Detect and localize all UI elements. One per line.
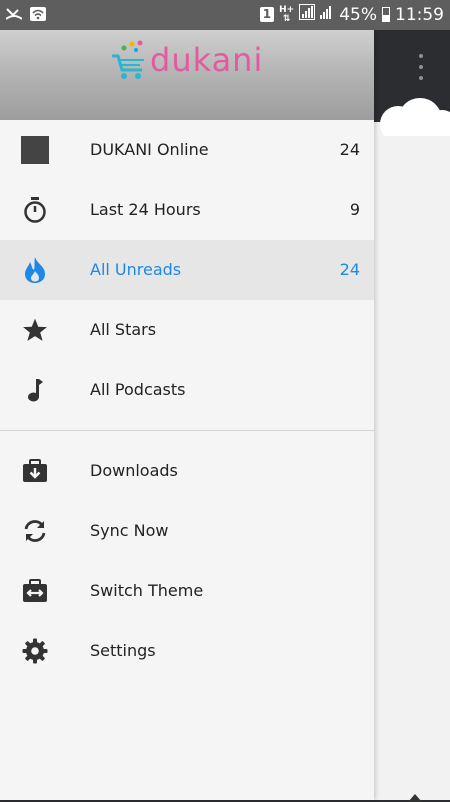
menu-downloads[interactable]: Downloads (0, 441, 374, 501)
logo-text: dukani (150, 41, 264, 79)
dukani-logo: dukani (110, 38, 263, 82)
feed-label: All Stars (90, 320, 157, 339)
feed-label: DUKANI Online (90, 140, 209, 159)
menu-label: Downloads (90, 461, 178, 480)
feed-square-icon (20, 135, 50, 165)
menu-label: Settings (90, 641, 156, 660)
feed-all-stars[interactable]: All Stars (0, 300, 374, 360)
menu-switch-theme[interactable]: Switch Theme (0, 561, 374, 621)
unread-count: 24 (339, 140, 360, 159)
feed-dukani-online[interactable]: DUKANI Online 24 (0, 120, 374, 180)
feed-all-podcasts[interactable]: All Podcasts (0, 360, 374, 420)
status-bar: 1 H+ ⇅ 45% 11:59 (0, 0, 450, 30)
feed-label: All Unreads (90, 260, 182, 279)
menu-label: Switch Theme (90, 581, 204, 600)
navigation-drawer: dukani DUKANI Online 24 Last 24 Hours 9 … (0, 30, 374, 800)
network-type: H+ ⇅ (279, 4, 295, 24)
feed-label: Last 24 Hours (90, 200, 201, 219)
cart-logo-icon (112, 40, 144, 79)
feed-label: All Podcasts (90, 380, 186, 399)
scroll-up-icon[interactable] (408, 794, 422, 802)
missed-call-icon (5, 6, 23, 25)
signal-icon-2 (320, 4, 334, 25)
wifi-icon (30, 6, 46, 25)
overflow-menu-icon[interactable] (414, 54, 428, 80)
switch-theme-icon (20, 576, 50, 606)
battery-icon (382, 7, 390, 22)
sim-indicator: 1 (259, 7, 275, 22)
menu-settings[interactable]: Settings (0, 621, 374, 681)
feed-last-24-hours[interactable]: Last 24 Hours 9 (0, 180, 374, 240)
stopwatch-icon (20, 195, 50, 225)
feed-all-unreads[interactable]: All Unreads 24 (0, 240, 374, 300)
menu-sync-now[interactable]: Sync Now (0, 501, 374, 561)
sync-icon (20, 516, 50, 546)
signal-icon (299, 4, 316, 25)
menu-divider (0, 430, 374, 431)
star-icon (20, 315, 50, 345)
main-content-edge[interactable] (374, 30, 450, 802)
fire-icon (20, 255, 50, 285)
unread-count: 9 (349, 200, 360, 219)
battery-percent: 45% (339, 4, 377, 25)
drawer-menu: DUKANI Online 24 Last 24 Hours 9 All Unr… (0, 120, 374, 681)
cloud-icon (380, 98, 450, 136)
unread-count: 24 (339, 260, 360, 279)
gear-icon (20, 636, 50, 666)
drawer-header: dukani (0, 30, 374, 120)
music-note-icon (20, 375, 50, 405)
download-box-icon (20, 456, 50, 486)
menu-label: Sync Now (90, 521, 169, 540)
clock: 11:59 (395, 4, 444, 25)
